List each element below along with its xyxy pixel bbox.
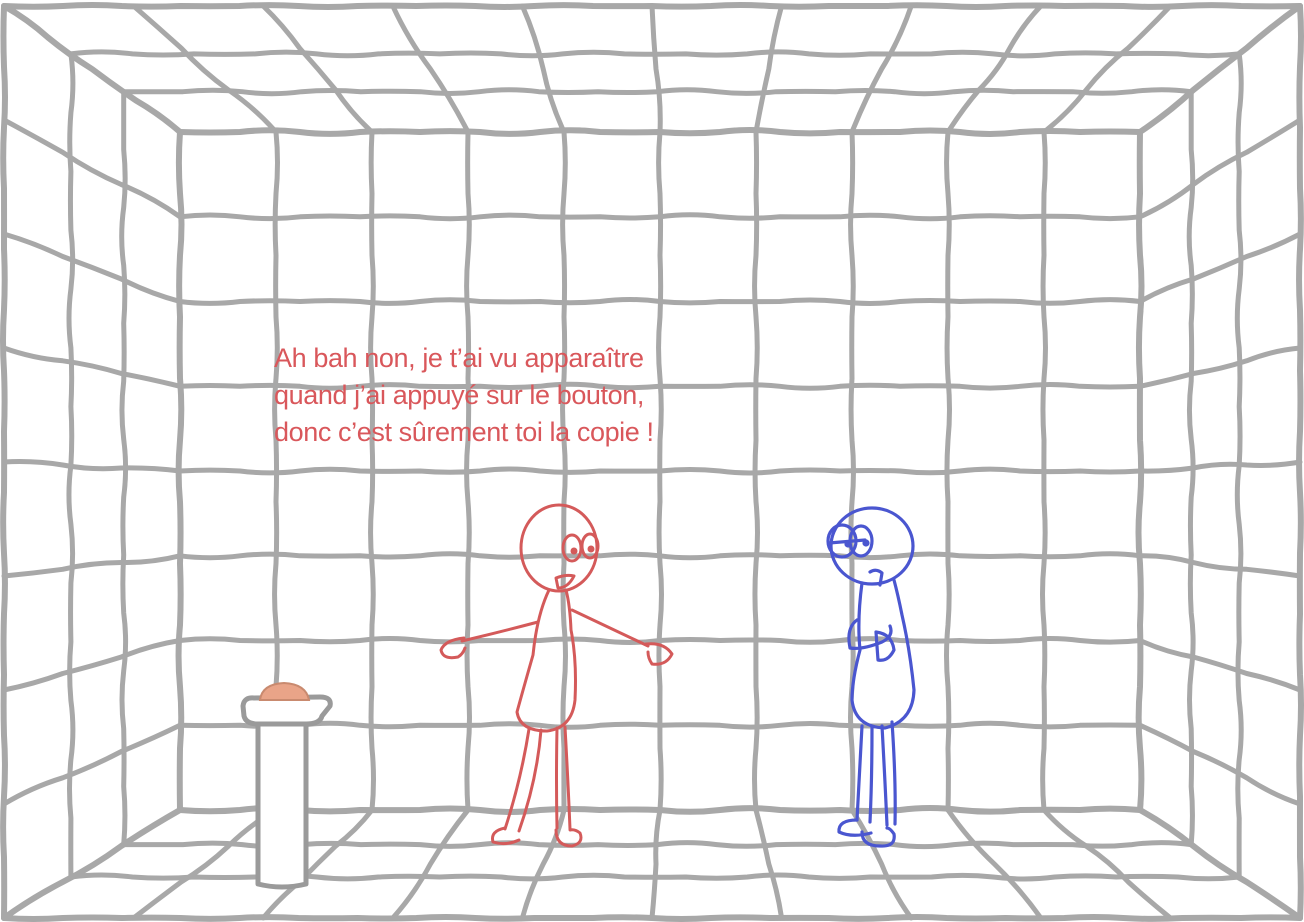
pedestal-column [255, 713, 309, 890]
speech-text: Ah bah non, je t’ai vu apparaître quand … [274, 340, 794, 451]
red-pupil-right [587, 545, 595, 553]
right-wall-seam [1234, 51, 1244, 880]
speech-line-1: Ah bah non, je t’ai vu apparaître [274, 343, 644, 373]
pedestal-top [240, 694, 333, 727]
red-pupil-left [570, 547, 578, 555]
back-wall-seam [177, 297, 1143, 306]
paper-background [0, 0, 1304, 922]
speech-line-2: quand j’ai appuyé sur le bouton, [274, 380, 644, 410]
back-wall-seam [177, 551, 1143, 561]
back-wall-seam [177, 212, 1143, 222]
ceiling-seam [68, 49, 1242, 59]
blue-pupil-right [862, 539, 870, 547]
left-wall-seam [66, 51, 76, 880]
speech-line-3: donc c’est sûrement toi la copie ! [274, 417, 654, 447]
blue-pupil-left [844, 540, 852, 548]
padded-room-scene [0, 0, 1304, 922]
floor-seam [68, 872, 1242, 882]
